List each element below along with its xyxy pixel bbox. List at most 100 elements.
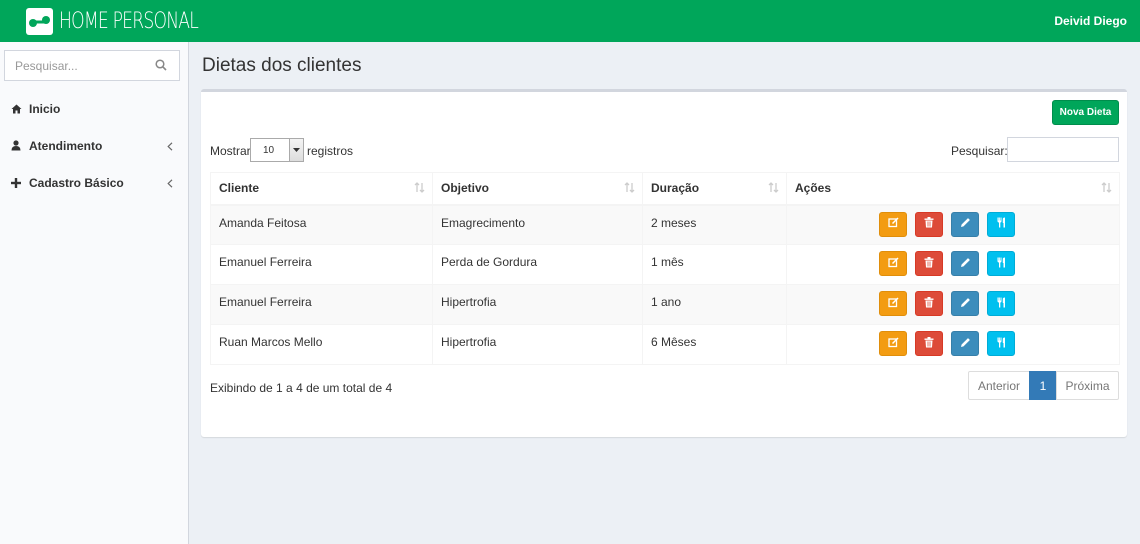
page-length-select[interactable]: 10 [250, 138, 304, 162]
edit-button[interactable] [879, 211, 907, 237]
edit-button[interactable] [879, 331, 907, 356]
column-header-label: Objetivo [441, 181, 490, 196]
delete-button[interactable] [915, 331, 943, 356]
meal-plan-button[interactable] [987, 211, 1015, 237]
table-row: Ruan Marcos Mello Hipertrofia 6 Mêses [210, 324, 1120, 365]
edit-diet-button[interactable] [951, 211, 979, 237]
cell-cliente: Ruan Marcos Mello [210, 324, 433, 365]
pagination-previous[interactable]: Anterior [968, 371, 1030, 400]
trash-icon [924, 296, 934, 311]
sidebar-item-inicio[interactable]: Inicio [0, 90, 189, 127]
sidebar-item-label: Cadastro Básico [29, 175, 124, 190]
pencil-icon [960, 337, 971, 351]
cell-cliente: Emanuel Ferreira [210, 244, 433, 285]
sort-icon [624, 182, 635, 196]
pagination-page-1[interactable]: 1 [1029, 371, 1057, 400]
edit-button[interactable] [879, 251, 907, 276]
sidebar-item-cadastro-basico[interactable]: Cadastro Básico [0, 164, 189, 201]
meal-plan-button[interactable] [987, 331, 1015, 356]
pagination-next[interactable]: Próxima [1056, 371, 1119, 400]
cutlery-icon [996, 257, 1007, 271]
sort-icon [1101, 182, 1112, 196]
column-header-label: Duração [651, 181, 700, 196]
edit-square-icon [887, 336, 899, 351]
cell-cliente: Emanuel Ferreira [210, 284, 433, 325]
table-row: Emanuel Ferreira Perda de Gordura 1 mês [210, 244, 1120, 285]
page-length-value: 10 [263, 145, 275, 156]
cell-duracao: 2 meses [642, 204, 787, 245]
plus-icon [10, 177, 22, 188]
pencil-icon [960, 297, 971, 311]
sort-icon [768, 182, 779, 196]
edit-button[interactable] [879, 291, 907, 316]
meal-plan-button[interactable] [987, 291, 1015, 316]
table-header-row: Cliente Objetivo Duração Ações [210, 172, 1120, 206]
show-entries-label: Mostrar [210, 144, 251, 158]
page-title: Dietas dos clientes [202, 55, 362, 76]
column-header-objetivo[interactable]: Objetivo [432, 172, 643, 206]
chevron-left-icon [167, 140, 173, 154]
column-header-label: Ações [795, 181, 832, 196]
trash-icon [924, 217, 934, 231]
cell-objetivo: Perda de Gordura [432, 244, 643, 285]
trash-icon [924, 336, 934, 351]
delete-button[interactable] [915, 251, 943, 276]
table-search-input[interactable] [1007, 137, 1119, 162]
brand-logo[interactable]: HOME PERSONAL [26, 7, 237, 35]
pagination: Anterior 1 Próxima [968, 371, 1119, 400]
table-row: Emanuel Ferreira Hipertrofia 1 ano [210, 284, 1120, 325]
sidebar-search [4, 50, 180, 81]
edit-square-icon [887, 217, 899, 231]
table-body: Amanda Feitosa Emagrecimento 2 meses Ema… [210, 204, 1120, 365]
chevron-left-icon [167, 177, 173, 191]
sidebar-item-label: Atendimento [29, 138, 103, 153]
pencil-icon [960, 217, 971, 231]
cutlery-icon [996, 297, 1007, 311]
column-header-duracao[interactable]: Duração [642, 172, 787, 206]
cell-objetivo: Hipertrofia [432, 284, 643, 325]
sidebar-item-label: Inicio [29, 101, 61, 116]
cutlery-icon [996, 337, 1007, 351]
cell-cliente: Amanda Feitosa [210, 204, 433, 245]
edit-diet-button[interactable] [951, 291, 979, 316]
diets-table: Cliente Objetivo Duração Ações Amanda Fe… [210, 172, 1120, 365]
cutlery-icon [996, 217, 1007, 231]
brand-name: HOME PERSONAL [59, 8, 199, 34]
cell-duracao: 1 ano [642, 284, 787, 325]
caret-down-icon [289, 139, 303, 161]
cell-acoes [786, 244, 1120, 285]
column-header-acoes[interactable]: Ações [786, 172, 1120, 206]
delete-button[interactable] [915, 291, 943, 316]
sidebar-item-atendimento[interactable]: Atendimento [0, 127, 189, 164]
column-header-cliente[interactable]: Cliente [210, 172, 433, 206]
sort-icon [414, 182, 425, 196]
cell-acoes [786, 324, 1120, 365]
cell-duracao: 6 Mêses [642, 324, 787, 365]
dumbbell-logo-icon [26, 7, 53, 35]
edit-square-icon [887, 256, 899, 271]
search-icon[interactable] [155, 59, 167, 74]
new-diet-button[interactable]: Nova Dieta [1052, 100, 1119, 125]
cell-acoes [786, 284, 1120, 325]
edit-square-icon [887, 296, 899, 311]
meal-plan-button[interactable] [987, 251, 1015, 276]
pencil-icon [960, 257, 971, 271]
top-navbar: HOME PERSONAL Deivid Diego [0, 0, 1140, 42]
trash-icon [924, 256, 934, 271]
sidebar: Inicio Atendimento Cadastro Básico [0, 42, 189, 544]
sidebar-search-input[interactable] [5, 51, 145, 80]
table-search-label: Pesquisar: [951, 144, 1008, 158]
user-icon [10, 140, 22, 151]
table-row: Amanda Feitosa Emagrecimento 2 meses [210, 204, 1120, 245]
home-icon [10, 104, 22, 114]
diets-box: Nova Dieta Mostrar 10 registros Pesquisa… [201, 89, 1127, 437]
records-label: registros [307, 144, 354, 158]
edit-diet-button[interactable] [951, 331, 979, 356]
user-menu[interactable]: Deivid Diego [1054, 14, 1127, 28]
cell-objetivo: Hipertrofia [432, 324, 643, 365]
column-header-label: Cliente [219, 181, 260, 196]
cell-objetivo: Emagrecimento [432, 204, 643, 245]
table-info: Exibindo de 1 a 4 de um total de 4 [210, 381, 393, 395]
delete-button[interactable] [915, 211, 943, 237]
edit-diet-button[interactable] [951, 251, 979, 276]
